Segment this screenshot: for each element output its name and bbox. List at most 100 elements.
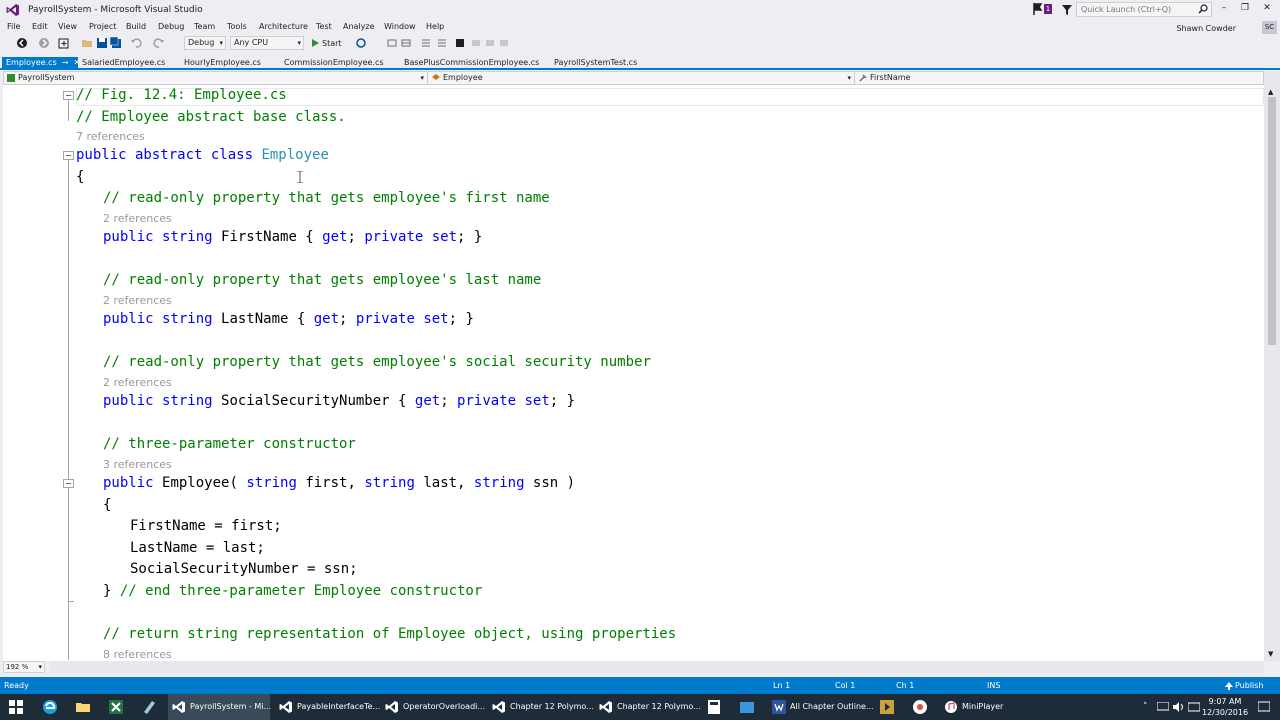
prev-bookmark-icon[interactable]: [470, 37, 482, 49]
collapse-toggle[interactable]: −: [63, 479, 74, 488]
configuration-dropdown[interactable]: Debug ▾: [184, 36, 226, 50]
network-icon[interactable]: [1157, 702, 1169, 712]
tab-hourlyemployee-cs[interactable]: HourlyEmployee.cs: [180, 57, 270, 70]
notifications-button[interactable]: 1: [1033, 3, 1053, 16]
save-icon[interactable]: [96, 37, 108, 49]
menu-help[interactable]: Help: [426, 22, 444, 31]
taskbar-app-chapter-outlines[interactable]: All Chapter Outline...: [768, 694, 874, 720]
platform-dropdown[interactable]: Any CPU ▾: [230, 36, 304, 50]
bookmark-icon[interactable]: [454, 37, 466, 49]
step-over-icon[interactable]: [400, 37, 412, 49]
user-name[interactable]: Shawn Cowder: [1176, 24, 1236, 33]
code-line: SocialSecurityNumber = ssn;: [130, 561, 358, 577]
step-icon[interactable]: [386, 37, 398, 49]
browser-link-icon[interactable]: [355, 37, 367, 49]
tab-commissionemployee-cs[interactable]: CommissionEmployee.cs: [280, 57, 390, 70]
codelens-references[interactable]: 2 references: [103, 376, 172, 389]
menu-window[interactable]: Window: [384, 22, 416, 31]
taskbar-app-payrollsystem[interactable]: PayrollSystem - Mi...: [168, 694, 271, 720]
scroll-up-icon[interactable]: ▲: [1268, 88, 1273, 96]
app-store-icon[interactable]: [739, 699, 755, 715]
maximize-button[interactable]: ❐: [1236, 3, 1254, 15]
code-line: LastName = last;: [130, 540, 265, 556]
tab-label: CommissionEmployee.cs: [284, 58, 384, 67]
forward-icon[interactable]: [38, 37, 50, 49]
tab-employee-cs[interactable]: Employee.cs ⊸ ✕: [2, 57, 80, 70]
taskbar-app-operatoroverloading[interactable]: OperatorOverloadi...: [381, 694, 485, 720]
chrome-icon[interactable]: [912, 699, 928, 715]
next-bookmark-icon[interactable]: [484, 37, 496, 49]
menu-debug[interactable]: Debug: [158, 22, 184, 31]
taskbar-app-miniplayer[interactable]: MiniPlayer: [940, 694, 1020, 720]
back-icon[interactable]: [16, 37, 28, 49]
save-all-icon[interactable]: [110, 37, 122, 49]
taskbar-app-chapter12-a[interactable]: Chapter 12 Polymo...: [488, 694, 594, 720]
tab-basepluscommissionemployee-cs[interactable]: BasePlusCommissionEmployee.cs: [400, 57, 540, 70]
close-button[interactable]: ✕: [1258, 3, 1276, 15]
start-button-label[interactable]: Start: [322, 39, 342, 48]
zoom-dropdown[interactable]: 192 % ▾: [3, 661, 45, 673]
type-dropdown[interactable]: Employee ▾: [429, 72, 855, 84]
windows-start-icon[interactable]: [8, 699, 24, 715]
quick-launch-input[interactable]: [1077, 3, 1187, 16]
menu-test[interactable]: Test: [316, 22, 332, 31]
codelens-references[interactable]: 8 references: [103, 648, 172, 661]
action-center-icon[interactable]: [1258, 701, 1270, 713]
volume-icon[interactable]: [1173, 702, 1185, 712]
undo-icon[interactable]: [130, 37, 142, 49]
redo-icon[interactable]: [153, 37, 165, 49]
column-indicator: Col 1: [835, 681, 856, 690]
publish-button[interactable]: Publish: [1235, 681, 1264, 690]
menu-view[interactable]: View: [58, 22, 77, 31]
notepad-icon[interactable]: [141, 699, 157, 715]
menu-build[interactable]: Build: [126, 22, 146, 31]
comment-icon[interactable]: [420, 37, 432, 49]
menu-file[interactable]: File: [7, 22, 20, 31]
codelens-references[interactable]: 3 references: [103, 458, 172, 471]
tab-label: SalariedEmployee.cs: [82, 58, 166, 67]
chevron-down-icon: ▾: [297, 39, 301, 47]
open-folder-icon[interactable]: [81, 37, 93, 49]
menu-architecture[interactable]: Architecture: [259, 22, 308, 31]
member-dropdown[interactable]: FirstName: [856, 72, 1263, 84]
taskbar-app-chapter12-b[interactable]: Chapter 12 Polymo...: [595, 694, 701, 720]
codelens-references[interactable]: 2 references: [103, 212, 172, 225]
system-clock[interactable]: 9:07 AM 12/30/2016: [1200, 696, 1250, 718]
avatar[interactable]: SC: [1262, 21, 1277, 34]
start-play-icon[interactable]: [309, 37, 321, 49]
menu-analyze[interactable]: Analyze: [343, 22, 375, 31]
clear-bookmarks-icon[interactable]: [498, 37, 510, 49]
uncomment-icon[interactable]: [436, 37, 448, 49]
menu-tools[interactable]: Tools: [227, 22, 247, 31]
vertical-scrollbar[interactable]: ▲ ▼: [1264, 71, 1280, 661]
project-dropdown[interactable]: PayrollSystem ▾: [4, 72, 428, 84]
scroll-down-icon[interactable]: ▼: [1268, 650, 1273, 658]
collapse-toggle[interactable]: −: [63, 151, 74, 160]
code-line: // three-parameter constructor: [103, 436, 356, 452]
media-icon[interactable]: [879, 699, 895, 715]
file-explorer-icon[interactable]: [75, 699, 91, 715]
pin-icon[interactable]: ⊸: [62, 58, 69, 67]
edge-browser-icon[interactable]: [42, 699, 58, 715]
tab-payrollsystemtest-cs[interactable]: PayrollSystemTest.cs: [550, 57, 650, 70]
new-project-icon[interactable]: [58, 37, 70, 49]
codelens-references[interactable]: 7 references: [76, 130, 145, 143]
horizontal-scrollbar[interactable]: [50, 661, 1264, 673]
collapse-toggle[interactable]: −: [63, 91, 74, 100]
tab-salariedemployee-cs[interactable]: SalariedEmployee.cs: [78, 57, 174, 70]
menu-project[interactable]: Project: [89, 22, 116, 31]
excel-icon[interactable]: [108, 699, 124, 715]
keyboard-icon[interactable]: [1188, 702, 1200, 712]
quick-launch-box[interactable]: [1076, 2, 1212, 17]
calculator-icon[interactable]: [706, 699, 722, 715]
itunes-icon: [945, 701, 957, 713]
show-hidden-icons-icon[interactable]: ˄: [1143, 702, 1148, 712]
codelens-references[interactable]: 2 references: [103, 294, 172, 307]
taskbar-app-payableinterface[interactable]: PayableInterfaceTe...: [275, 694, 380, 720]
menu-edit[interactable]: Edit: [32, 22, 48, 31]
code-line: public Employee( string first, string la…: [103, 475, 576, 491]
menu-team[interactable]: Team: [194, 22, 215, 31]
minimize-button[interactable]: –: [1215, 3, 1233, 15]
code-editor[interactable]: − − − // Fig. 12.4: Employee.cs // Emplo…: [3, 85, 1264, 661]
scrollbar-thumb[interactable]: [1268, 97, 1276, 345]
